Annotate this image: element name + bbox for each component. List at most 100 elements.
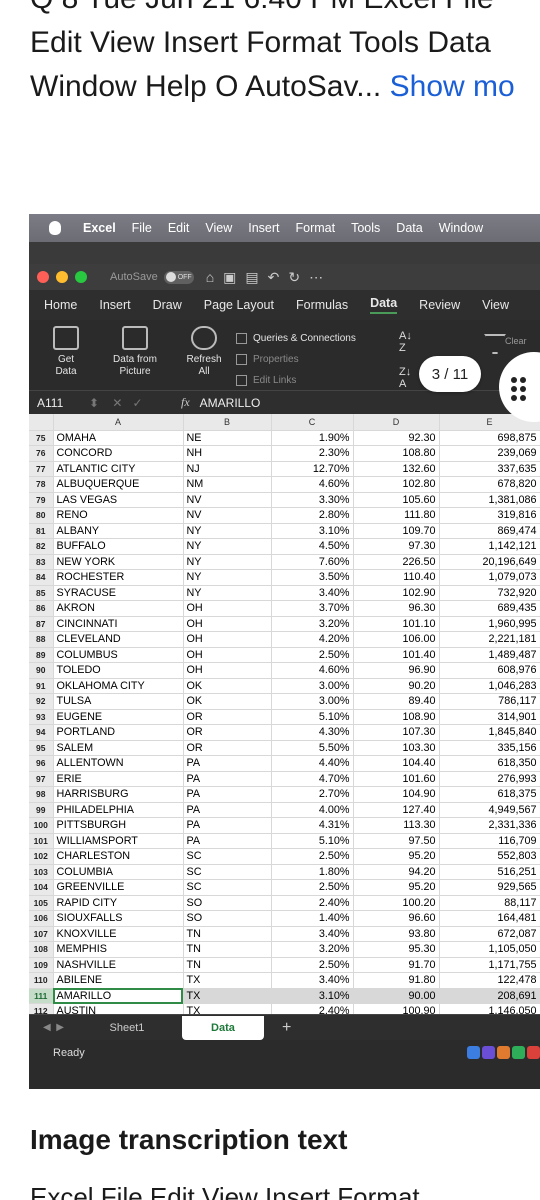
cell-population[interactable]: 608,976 — [439, 662, 540, 679]
cell-city[interactable]: PITTSBURGH — [53, 817, 184, 834]
cell-percent[interactable]: 2.40% — [271, 1003, 354, 1014]
minimize-window-icon[interactable] — [56, 271, 68, 283]
cell-index[interactable]: 104.40 — [353, 755, 440, 772]
row-number[interactable]: 104 — [29, 879, 54, 896]
cell-percent[interactable]: 4.60% — [271, 476, 354, 493]
cell-state[interactable]: TN — [183, 957, 272, 973]
row-number[interactable]: 111 — [29, 988, 54, 1004]
row-number[interactable]: 87 — [29, 616, 54, 632]
cell-percent[interactable]: 4.00% — [271, 802, 354, 818]
cell-percent[interactable]: 5.50% — [271, 740, 354, 756]
cell-population[interactable]: 319,816 — [439, 507, 540, 524]
cell-state[interactable]: SC — [183, 879, 272, 896]
cell-percent[interactable]: 3.00% — [271, 678, 354, 694]
tab-page-layout[interactable]: Page Layout — [204, 298, 274, 312]
cell-state[interactable]: SO — [183, 895, 272, 911]
cell-population[interactable]: 1,105,050 — [439, 941, 540, 958]
cell-city[interactable]: NASHVILLE — [53, 957, 184, 973]
cell-index[interactable]: 95.20 — [353, 848, 440, 865]
cell-percent[interactable]: 1.90% — [271, 430, 354, 446]
cell-state[interactable]: SC — [183, 848, 272, 865]
cell-city[interactable]: LAS VEGAS — [53, 492, 184, 508]
cell-city[interactable]: RENO — [53, 507, 184, 524]
cell-population[interactable]: 618,375 — [439, 786, 540, 803]
row-number[interactable]: 109 — [29, 957, 54, 973]
cell-index[interactable]: 103.30 — [353, 740, 440, 756]
cell-population[interactable]: 869,474 — [439, 523, 540, 539]
clear-button[interactable]: Clear — [505, 336, 527, 346]
row-number[interactable]: 90 — [29, 662, 54, 679]
cell-index[interactable]: 96.90 — [353, 662, 440, 679]
cell-index[interactable]: 97.30 — [353, 538, 440, 555]
more-icon[interactable]: ⋯ — [309, 269, 323, 286]
cell-state[interactable]: OR — [183, 740, 272, 756]
cell-population[interactable]: 4,949,567 — [439, 802, 540, 818]
cell-city[interactable]: SALEM — [53, 740, 184, 756]
menu-insert[interactable]: Insert — [248, 221, 279, 235]
cell-population[interactable]: 552,803 — [439, 848, 540, 865]
row-number[interactable]: 108 — [29, 941, 54, 958]
cell-population[interactable]: 1,381,086 — [439, 492, 540, 508]
cell-population[interactable]: 208,691 — [439, 988, 540, 1004]
cell-percent[interactable]: 4.60% — [271, 662, 354, 679]
zoom-window-icon[interactable] — [75, 271, 87, 283]
formula-input[interactable]: AMARILLO — [200, 396, 261, 410]
cell-state[interactable]: TX — [183, 972, 272, 989]
cell-population[interactable]: 2,331,336 — [439, 817, 540, 834]
cell-index[interactable]: 109.70 — [353, 523, 440, 539]
cell-state[interactable]: TX — [183, 988, 272, 1004]
row-number[interactable]: 78 — [29, 476, 54, 493]
cell-state[interactable]: NV — [183, 492, 272, 508]
filter-icon[interactable] — [484, 334, 506, 354]
row-number[interactable]: 76 — [29, 445, 54, 462]
cell-percent[interactable]: 2.40% — [271, 895, 354, 911]
autosave-toggle[interactable]: OFF — [163, 270, 194, 284]
cell-state[interactable]: PA — [183, 786, 272, 803]
cell-city[interactable]: ATLANTIC CITY — [53, 461, 184, 477]
cell-population[interactable]: 689,435 — [439, 600, 540, 617]
column-header-d[interactable]: D — [353, 414, 440, 431]
cell-state[interactable]: PA — [183, 802, 272, 818]
cell-percent[interactable]: 1.80% — [271, 864, 354, 880]
cell-percent[interactable]: 3.10% — [271, 988, 354, 1004]
cell-city[interactable]: BUFFALO — [53, 538, 184, 555]
tab-draw[interactable]: Draw — [153, 298, 182, 312]
cell-population[interactable]: 1,146,050 — [439, 1003, 540, 1014]
cell-percent[interactable]: 4.50% — [271, 538, 354, 555]
cell-population[interactable]: 20,196,649 — [439, 554, 540, 570]
cell-population[interactable]: 314,901 — [439, 709, 540, 725]
cell-percent[interactable]: 2.50% — [271, 848, 354, 865]
row-number[interactable]: 107 — [29, 926, 54, 942]
cell-population[interactable]: 732,920 — [439, 585, 540, 601]
row-number[interactable]: 105 — [29, 895, 54, 911]
close-window-icon[interactable] — [37, 271, 49, 283]
cell-population[interactable]: 1,046,283 — [439, 678, 540, 694]
cell-city[interactable]: PHILADELPHIA — [53, 802, 184, 818]
row-number[interactable]: 110 — [29, 972, 54, 989]
cell-index[interactable]: 89.40 — [353, 693, 440, 710]
menu-tools[interactable]: Tools — [351, 221, 380, 235]
cell-population[interactable]: 239,069 — [439, 445, 540, 462]
menu-file[interactable]: File — [132, 221, 152, 235]
cell-population[interactable]: 1,079,073 — [439, 569, 540, 586]
cell-population[interactable]: 88,117 — [439, 895, 540, 911]
cell-index[interactable]: 96.30 — [353, 600, 440, 617]
cell-percent[interactable]: 3.50% — [271, 569, 354, 586]
cell-index[interactable]: 102.90 — [353, 585, 440, 601]
row-number[interactable]: 91 — [29, 678, 54, 694]
save-icon[interactable]: ▣ — [223, 269, 236, 286]
cell-state[interactable]: NY — [183, 523, 272, 539]
cell-city[interactable]: ALBUQUERQUE — [53, 476, 184, 493]
cell-state[interactable]: OK — [183, 693, 272, 710]
cell-city[interactable]: NEW YORK — [53, 554, 184, 570]
cell-index[interactable]: 92.30 — [353, 430, 440, 446]
cell-state[interactable]: SC — [183, 864, 272, 880]
cell-index[interactable]: 97.50 — [353, 833, 440, 849]
row-number[interactable]: 106 — [29, 910, 54, 927]
row-number[interactable]: 80 — [29, 507, 54, 524]
cell-city[interactable]: TULSA — [53, 693, 184, 710]
cell-percent[interactable]: 3.40% — [271, 585, 354, 601]
cell-state[interactable]: NH — [183, 445, 272, 462]
cell-percent[interactable]: 1.40% — [271, 910, 354, 927]
tab-insert[interactable]: Insert — [99, 298, 130, 312]
